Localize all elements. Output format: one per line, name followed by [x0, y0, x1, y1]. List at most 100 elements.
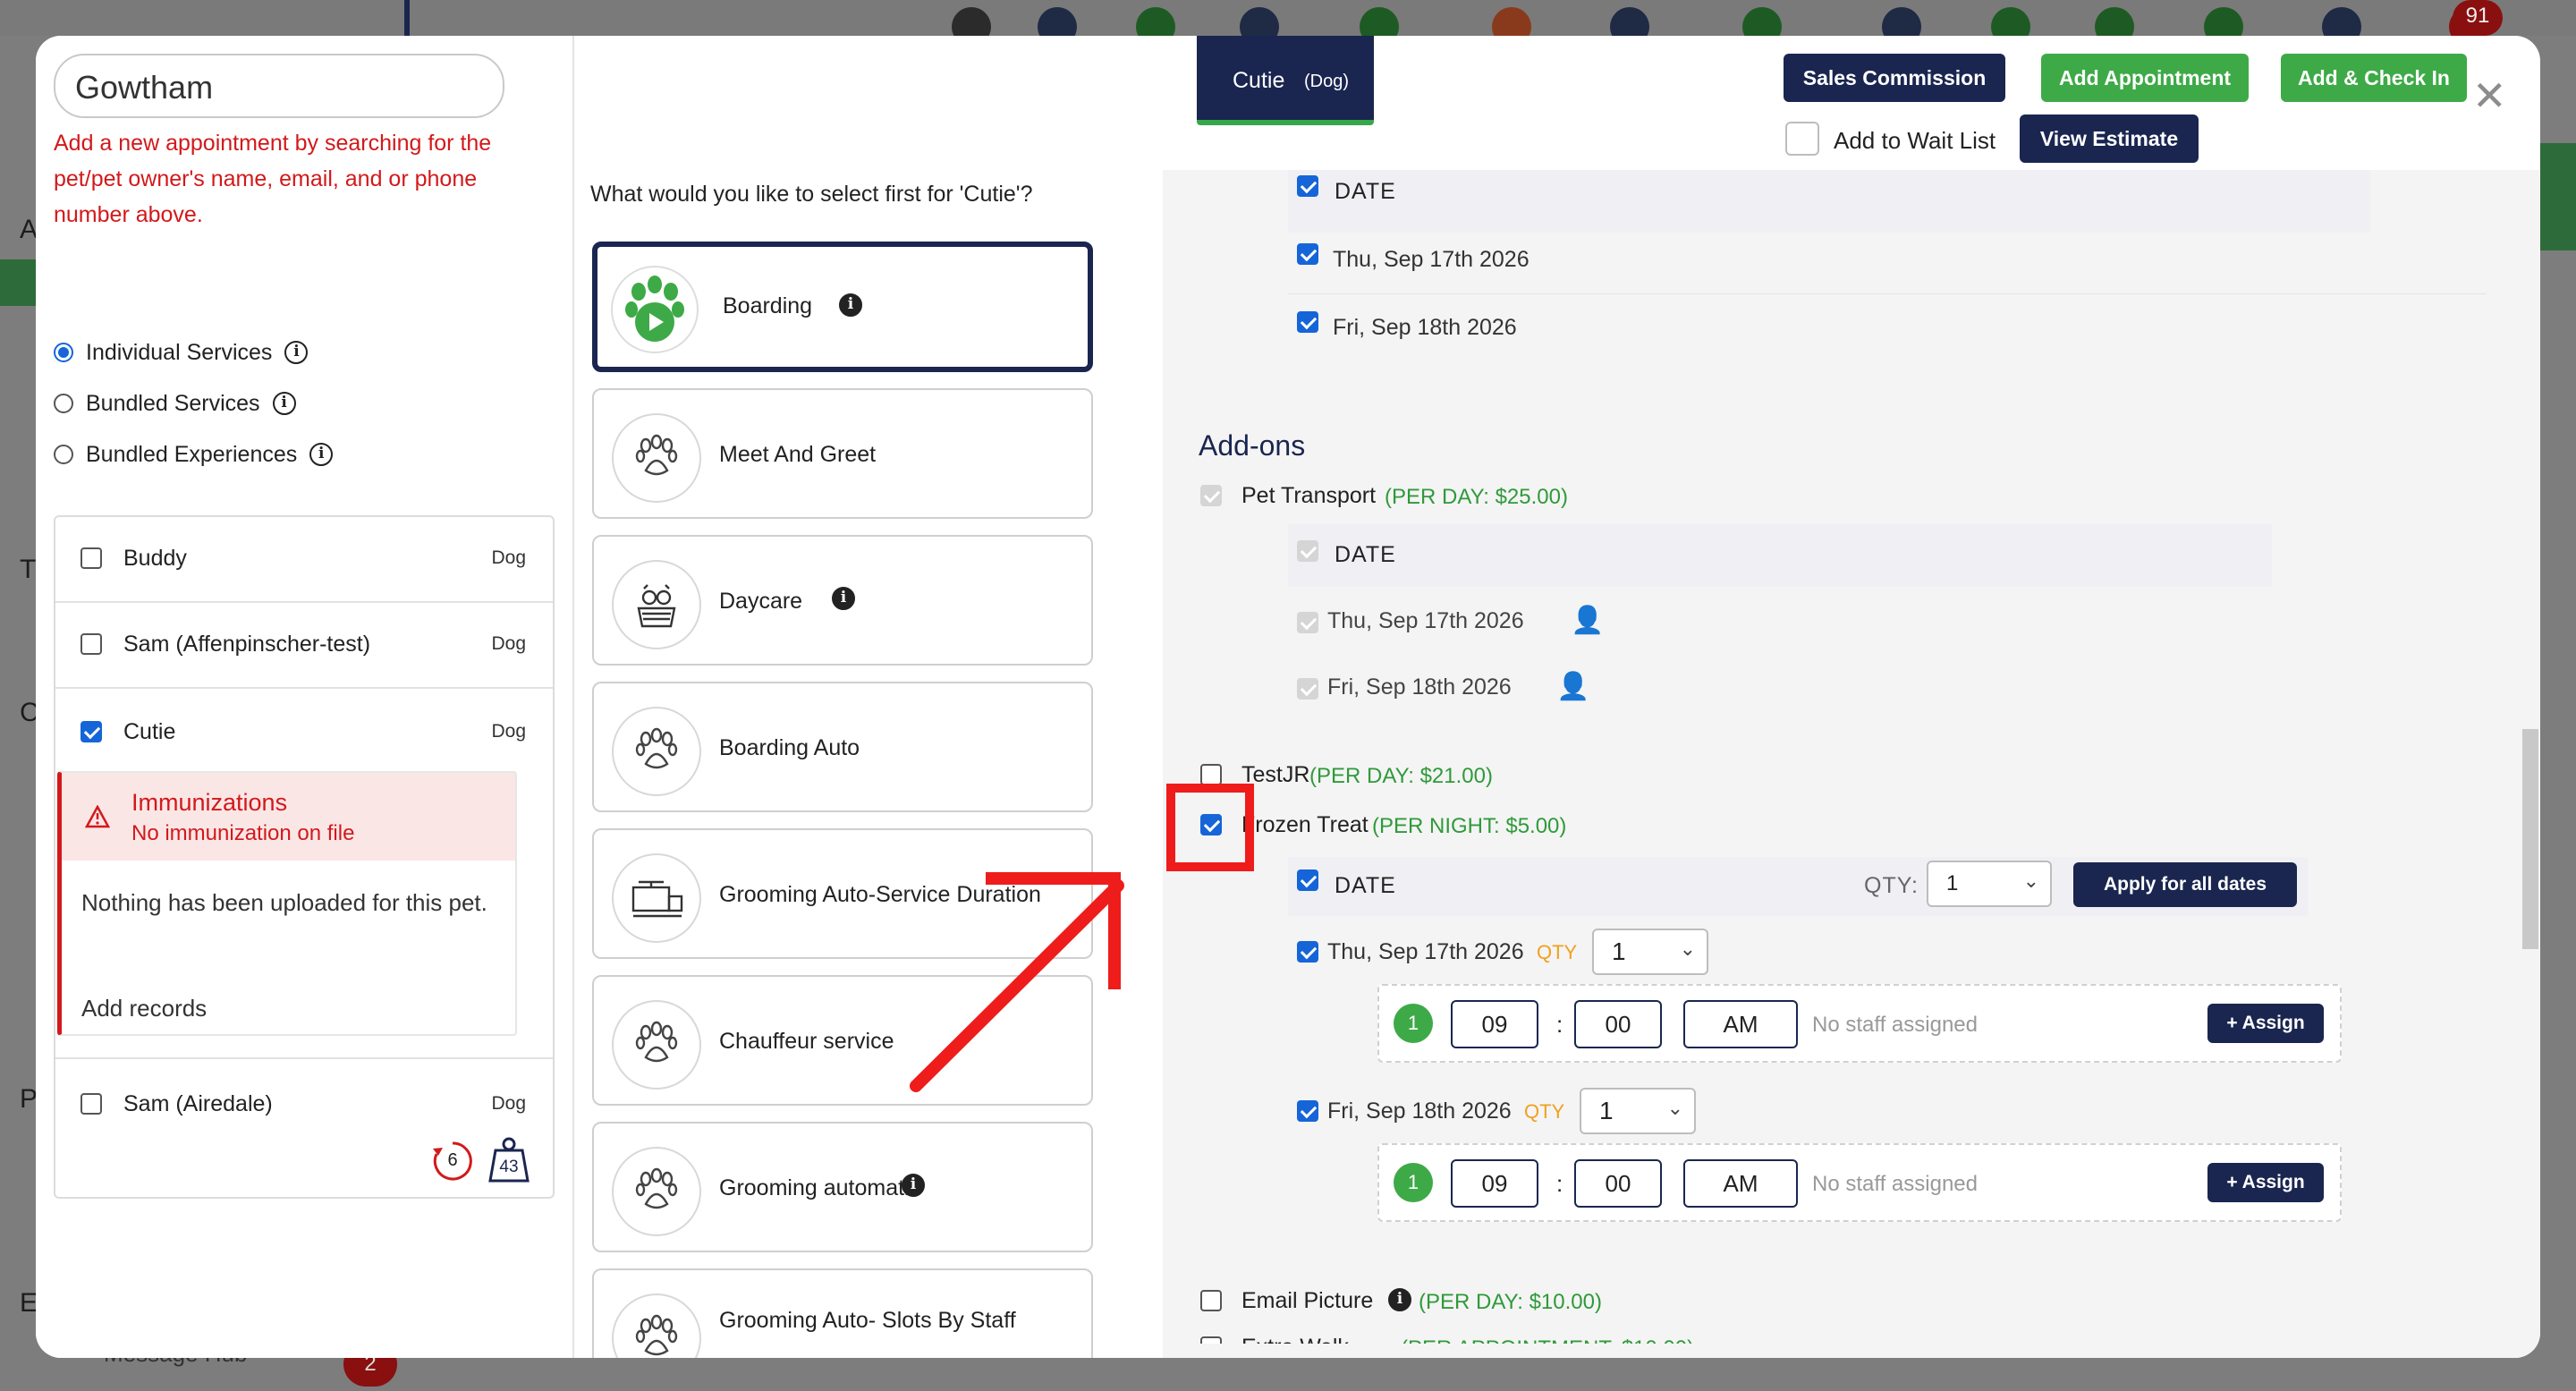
ampm-input[interactable]: AM: [1683, 1000, 1798, 1048]
service-card-daycare[interactable]: Daycare i: [592, 535, 1093, 666]
assign-staff-button[interactable]: + Assign: [2207, 1004, 2324, 1043]
radio-icon[interactable]: [54, 445, 73, 464]
date-checkbox[interactable]: [1297, 311, 1318, 333]
minute-input[interactable]: 00: [1574, 1000, 1662, 1048]
info-icon[interactable]: i: [272, 392, 296, 415]
ampm-input[interactable]: AM: [1683, 1159, 1798, 1208]
service-card-grooming-slots-by-staff[interactable]: Grooming Auto- Slots By Staff: [592, 1268, 1093, 1358]
radio-label: Bundled Experiences: [86, 441, 298, 467]
pet-tab-name: Cutie: [1233, 68, 1285, 93]
immunization-subtitle: No immunization on file: [131, 821, 355, 845]
add-appointment-button[interactable]: Add Appointment: [2041, 54, 2249, 102]
pet-row-sam-affenpinscher[interactable]: Sam (Affenpinscher-test) Dog: [55, 603, 553, 689]
info-icon[interactable]: i: [1388, 1288, 1411, 1311]
view-estimate-button[interactable]: View Estimate: [2020, 115, 2199, 163]
radio-bundled-experiences[interactable]: Bundled Experiences i: [54, 437, 334, 472]
assign-staff-button[interactable]: + Assign: [2207, 1163, 2324, 1202]
assign-staff-icon[interactable]: 👤: [1571, 605, 1604, 636]
wait-list-label: Add to Wait List: [1834, 127, 1996, 154]
service-card-boarding-auto[interactable]: Boarding Auto: [592, 682, 1093, 812]
details-scrollbar[interactable]: [2522, 729, 2538, 949]
addon-checkbox-testjr[interactable]: [1200, 764, 1222, 785]
service-card-boarding[interactable]: Boarding i: [592, 242, 1093, 372]
qty-value: 1: [1612, 937, 1626, 965]
date-checkbox[interactable]: [1297, 243, 1318, 265]
add-and-check-in-button[interactable]: Add & Check In: [2281, 54, 2467, 102]
addon-price: (PER DAY: $21.00): [1309, 764, 1493, 788]
info-icon[interactable]: i: [309, 443, 334, 466]
assign-staff-icon[interactable]: 👤: [1556, 671, 1589, 702]
paw-icon: [612, 1000, 701, 1090]
highlight-box-annotation: [1166, 784, 1254, 871]
date-label: Thu, Sep 17th 2026: [1333, 247, 1530, 272]
radio-bundled-services[interactable]: Bundled Services i: [54, 386, 296, 421]
qty-all-select[interactable]: 1 ⌄: [1927, 861, 2052, 907]
addons-title: Add-ons: [1199, 429, 1306, 462]
qty-value: 1: [1599, 1097, 1614, 1124]
date-checkbox-all: [1297, 540, 1318, 562]
radio-label: Individual Services: [86, 339, 273, 365]
addon-price: (PER APPOINTMENT: $10.00): [1401, 1336, 1694, 1344]
date-header-label: DATE: [1335, 873, 1396, 898]
addon-name: Pet Transport: [1241, 483, 1377, 508]
bg-side-letter: A: [20, 215, 38, 244]
info-icon[interactable]: i: [902, 1174, 925, 1197]
service-label: Boarding Auto: [719, 735, 860, 760]
date-checkbox[interactable]: [1297, 941, 1318, 963]
pet-checkbox[interactable]: [80, 547, 102, 569]
service-card-grooming-automatic[interactable]: Grooming automatic i: [592, 1122, 1093, 1252]
hour-input[interactable]: 09: [1451, 1000, 1538, 1048]
pet-row-buddy[interactable]: Buddy Dog: [55, 517, 553, 603]
apply-all-dates-button[interactable]: Apply for all dates: [2073, 862, 2297, 907]
date-label: Fri, Sep 18th 2026: [1327, 1098, 1512, 1124]
addon-price: (PER DAY: $10.00): [1419, 1290, 1602, 1314]
warning-icon: [85, 805, 110, 828]
qty-label: QTY:: [1864, 873, 1919, 898]
pet-tab-cutie[interactable]: Cutie (Dog): [1197, 36, 1374, 125]
row-qty-select[interactable]: 1 ⌄: [1592, 929, 1708, 975]
info-icon[interactable]: i: [284, 341, 309, 364]
date-checkbox[interactable]: [1297, 1100, 1318, 1122]
slot-number: 1: [1394, 1163, 1433, 1202]
wait-list-checkbox[interactable]: [1785, 122, 1819, 156]
pet-row-sam-airedale[interactable]: Sam (Airedale) Dog 6 43: [55, 1061, 553, 1195]
staff-status: No staff assigned: [1812, 1013, 1979, 1037]
date-label: Thu, Sep 17th 2026: [1327, 608, 1524, 633]
service-label: Grooming automatic: [719, 1175, 921, 1200]
pet-type: Dog: [491, 547, 526, 568]
hour-input[interactable]: 09: [1451, 1159, 1538, 1208]
addon-checkbox-extra-walk[interactable]: [1200, 1336, 1222, 1344]
dog-basket-icon: [612, 560, 701, 649]
addon-checkbox-email-picture[interactable]: [1200, 1290, 1222, 1311]
pet-checkbox[interactable]: [80, 1093, 102, 1115]
minute-input[interactable]: 00: [1574, 1159, 1662, 1208]
addon-name: Frozen Treat: [1241, 812, 1368, 837]
close-icon[interactable]: ✕: [2472, 72, 2507, 120]
date-checkbox-all[interactable]: [1297, 869, 1318, 891]
pet-checkbox[interactable]: [80, 721, 102, 742]
weight-icon: 43: [488, 1136, 530, 1183]
row-qty-select[interactable]: 1 ⌄: [1580, 1088, 1696, 1134]
pet-name: Buddy: [123, 546, 187, 571]
service-label: Meet And Greet: [719, 442, 877, 467]
date-checkbox-all[interactable]: [1297, 175, 1318, 197]
visit-count-icon: 6: [431, 1140, 474, 1183]
info-icon[interactable]: i: [839, 293, 862, 317]
radio-icon[interactable]: [54, 394, 73, 413]
owner-search-input[interactable]: Gowtham: [54, 54, 504, 118]
pet-checkbox[interactable]: [80, 633, 102, 655]
radio-icon[interactable]: [54, 343, 73, 362]
service-label: Daycare: [719, 589, 803, 614]
service-card-meet-and-greet[interactable]: Meet And Greet: [592, 388, 1093, 519]
add-records-link[interactable]: Add records: [81, 995, 207, 1022]
radio-individual-services[interactable]: Individual Services i: [54, 335, 309, 370]
addon-price: (PER NIGHT: $5.00): [1372, 814, 1567, 838]
paw-icon: [612, 707, 701, 796]
new-appointment-modal: Gowtham Add a new appointment by searchi…: [36, 36, 2540, 1358]
sales-commission-button[interactable]: Sales Commission: [1784, 54, 2005, 102]
addon-checkbox-pet-transport: [1200, 485, 1222, 506]
pet-name: Cutie: [123, 719, 176, 744]
chevron-down-icon: ⌄: [2022, 869, 2039, 892]
info-icon[interactable]: i: [832, 587, 855, 610]
immunization-alert: Immunizations No immunization on file No…: [57, 771, 517, 1036]
